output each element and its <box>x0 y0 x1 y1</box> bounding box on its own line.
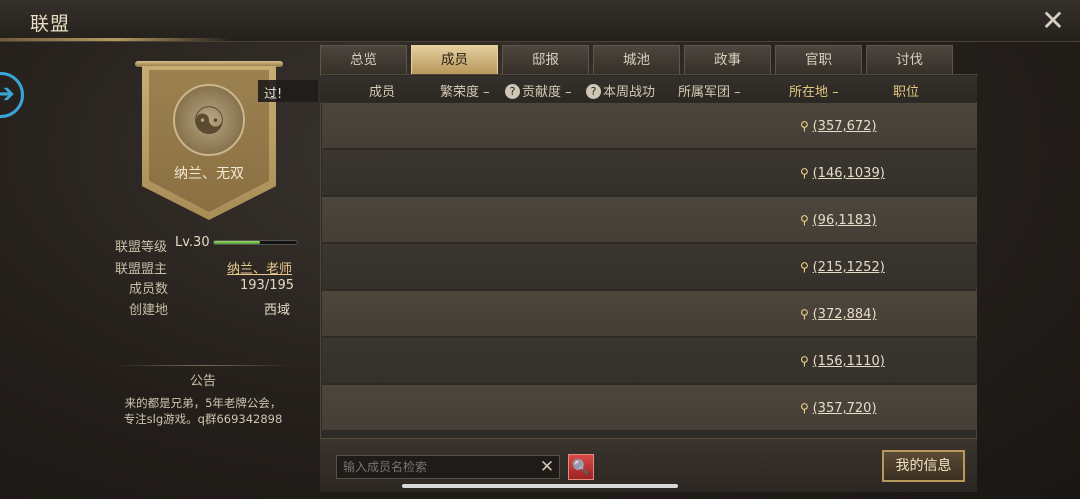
location-coords-link[interactable]: ⚲ (372,884) <box>800 307 877 322</box>
location-pin-icon: ⚲ <box>800 119 813 133</box>
header-member: 成员 <box>369 85 396 100</box>
header-contribution-label: 贡献度 <box>522 85 562 100</box>
header-location[interactable]: 所在地 – <box>789 81 839 100</box>
help-icon[interactable]: ? <box>586 84 601 99</box>
location-pin-icon: ⚲ <box>800 213 813 227</box>
clear-icon[interactable]: ✕ <box>537 456 557 478</box>
header-position[interactable]: 职位 <box>893 81 919 100</box>
overlay-text: 过! <box>264 87 283 102</box>
notice-divider <box>113 365 293 366</box>
tab-campaign[interactable]: 讨伐 <box>866 45 953 74</box>
location-pin-icon: ⚲ <box>800 260 813 274</box>
level-progress-fill <box>214 241 260 244</box>
table-row[interactable] <box>322 291 977 336</box>
location-coords-link[interactable]: ⚲ (96,1183) <box>800 213 877 228</box>
tab-overview[interactable]: 总览 <box>320 45 407 74</box>
location-pin-icon: ⚲ <box>800 401 813 415</box>
tab-members[interactable]: 成员 <box>411 45 498 74</box>
search-button[interactable]: 🔍 <box>568 454 594 480</box>
tab-bulletin[interactable]: 邸报 <box>502 45 589 74</box>
level-value: Lv.30 <box>175 235 210 250</box>
level-progress-bar <box>213 240 298 245</box>
members-value: 193/195 <box>240 278 295 293</box>
header-weekly-label: 本周战功 <box>603 85 656 100</box>
help-icon[interactable]: ? <box>505 84 520 99</box>
side-arrow-icon[interactable]: ➔ <box>0 72 24 118</box>
home-indicator <box>402 484 678 488</box>
tooltip-overlay: 过! <box>258 80 318 102</box>
location-coords-link[interactable]: ⚲ (357,672) <box>800 119 877 134</box>
origin-label: 创建地 <box>129 303 169 318</box>
tab-cities[interactable]: 城池 <box>593 45 680 74</box>
notice-title: 公告 <box>189 374 216 389</box>
sort-indicator: – <box>832 85 839 100</box>
notice-line: 来的都是兄弟，5年老牌公会， <box>124 396 282 410</box>
tab-offices[interactable]: 官职 <box>775 45 862 74</box>
header-location-label: 所在地 <box>789 85 829 100</box>
members-label: 成员数 <box>129 282 169 297</box>
location-coords-link[interactable]: ⚲ (156,1110) <box>800 354 885 369</box>
title-bar: 联盟 <box>0 0 1080 42</box>
origin-value: 西域 <box>264 303 291 318</box>
alliance-name: 纳兰、无双 <box>174 166 244 182</box>
title-underline <box>0 38 230 41</box>
coords-text: (357,672) <box>812 119 877 134</box>
location-pin-icon: ⚲ <box>800 166 813 180</box>
tab-affairs[interactable]: 政事 <box>684 45 771 74</box>
coords-text: (156,1110) <box>812 354 885 369</box>
header-contribution[interactable]: ? 贡献度 – <box>505 81 572 100</box>
coords-text: (372,884) <box>812 307 877 322</box>
leader-label: 联盟盟主 <box>115 262 168 277</box>
coords-text: (146,1039) <box>812 166 885 181</box>
table-row[interactable] <box>322 197 977 242</box>
location-coords-link[interactable]: ⚲ (357,720) <box>800 401 877 416</box>
table-row[interactable] <box>322 103 977 148</box>
alliance-window: 联盟 ✕ ➔ ☯ 纳兰、无双 联盟等级 Lv.30 联盟盟主 纳兰、老师 成员数… <box>0 0 1080 499</box>
location-pin-icon: ⚲ <box>800 307 813 321</box>
member-search-input[interactable] <box>343 458 533 476</box>
header-corps-label: 所属军团 <box>678 85 731 100</box>
header-prosperity-label: 繁荣度 <box>440 85 480 100</box>
sort-indicator: – <box>483 85 490 100</box>
header-prosperity[interactable]: 繁荣度 – <box>440 81 490 100</box>
coords-text: (215,1252) <box>812 260 885 275</box>
close-button[interactable]: ✕ <box>1038 6 1068 36</box>
location-coords-link[interactable]: ⚲ (215,1252) <box>800 260 885 275</box>
member-search-box: ✕ <box>336 455 560 479</box>
header-weekly[interactable]: ? 本周战功 <box>586 81 655 100</box>
coords-text: (357,720) <box>812 401 877 416</box>
search-icon: 🔍 <box>571 458 591 476</box>
coords-text: (96,1183) <box>812 213 877 228</box>
sort-indicator: – <box>734 85 741 100</box>
table-row[interactable] <box>322 385 977 430</box>
window-title: 联盟 <box>30 13 71 35</box>
location-pin-icon: ⚲ <box>800 354 813 368</box>
header-corps[interactable]: 所属军团 – <box>678 81 741 100</box>
dragon-emblem-icon: ☯ <box>173 84 245 156</box>
notice-text: 来的都是兄弟，5年老牌公会， 专注slg游戏。q群669342898 <box>113 395 293 427</box>
my-info-button[interactable]: 我的信息 <box>882 450 965 482</box>
leader-link[interactable]: 纳兰、老师 <box>227 258 292 277</box>
level-label: 联盟等级 <box>115 240 168 255</box>
location-coords-link[interactable]: ⚲ (146,1039) <box>800 166 885 181</box>
notice-line: 专注slg游戏。q群669342898 <box>123 412 283 426</box>
sort-indicator: – <box>565 85 572 100</box>
